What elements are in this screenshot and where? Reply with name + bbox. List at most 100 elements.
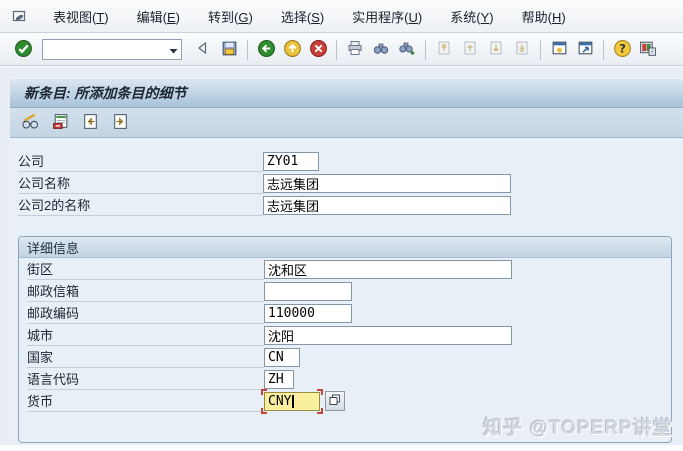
application-toolbar — [10, 108, 683, 138]
currency-input[interactable]: CNY — [264, 391, 320, 411]
currency-field-focus-wrapper: CNY — [261, 388, 323, 414]
help-button[interactable]: ? — [610, 38, 634, 62]
menu-item-help[interactable]: 帮助(H) — [517, 5, 571, 28]
floppy-disk-icon — [220, 39, 239, 61]
command-dropdown-button[interactable] — [165, 40, 181, 59]
country-input[interactable] — [264, 347, 300, 367]
command-input[interactable] — [43, 41, 165, 58]
find-next-button[interactable] — [395, 38, 419, 62]
display-change-toggle-button[interactable] — [18, 111, 42, 135]
menu-bar: 表视图(T) 编辑(E) 转到(G) 选择(S) 实用程序(U) 系统(Y) 帮… — [0, 0, 683, 33]
create-shortcut-button[interactable] — [573, 38, 597, 62]
menu-item-table-view[interactable]: 表视图(T) — [48, 5, 114, 28]
currency-matchcode-button[interactable] — [325, 391, 345, 411]
matchcode-squares-icon — [329, 394, 341, 409]
previous-page-icon — [461, 39, 479, 60]
groupbox-header: 详细信息 — [19, 237, 671, 258]
find-button[interactable] — [369, 38, 393, 62]
toolbar-separator — [336, 39, 337, 60]
menu-item-utilities[interactable]: 实用程序(U) — [347, 5, 427, 28]
binoculars-icon — [372, 39, 390, 60]
glasses-pencil-icon — [20, 112, 41, 134]
field-label: 公司2的名称 — [18, 194, 263, 216]
company-input[interactable] — [263, 151, 319, 171]
delete-row-button[interactable] — [48, 111, 72, 135]
field-label: 语言代码 — [27, 368, 264, 390]
street-input[interactable] — [264, 259, 512, 279]
field-row-language: 语言代码 — [19, 368, 671, 390]
company-name2-input[interactable] — [263, 195, 511, 215]
menu-item-selection[interactable]: 选择(S) — [276, 5, 329, 28]
shortcut-window-icon — [576, 39, 595, 61]
field-row-currency: 货币 CNY — [19, 388, 671, 414]
customize-layout-icon — [638, 39, 658, 61]
menu-item-goto[interactable]: 转到(G) — [203, 5, 258, 28]
focus-corner-marker — [261, 388, 267, 395]
help-icon: ? — [613, 39, 632, 61]
green-back-arrow-icon — [257, 39, 276, 61]
new-window-icon — [550, 39, 569, 61]
cancel-button[interactable] — [306, 38, 330, 62]
chevron-down-icon — [169, 42, 178, 57]
city-input[interactable] — [264, 325, 512, 345]
next-page-button[interactable] — [484, 38, 508, 62]
field-label: 城市 — [27, 324, 264, 346]
page-arrow-right-icon — [111, 112, 130, 134]
focus-corner-marker — [317, 388, 323, 395]
last-page-icon — [513, 39, 531, 60]
binoculars-plus-icon — [398, 39, 416, 60]
toolbar-separator — [540, 39, 541, 60]
field-row-company-name: 公司名称 — [10, 172, 683, 194]
field-row-city: 城市 — [19, 324, 671, 346]
field-label: 国家 — [27, 346, 264, 368]
field-row-company: 公司 — [10, 150, 683, 172]
customize-layout-button[interactable] — [636, 38, 660, 62]
new-session-button[interactable] — [547, 38, 571, 62]
first-page-button[interactable] — [432, 38, 456, 62]
language-input[interactable] — [264, 369, 294, 389]
field-row-company-name2: 公司2的名称 — [10, 194, 683, 216]
yellow-up-arrow-icon — [283, 39, 302, 61]
focus-corner-marker — [261, 407, 267, 414]
svg-text:?: ? — [619, 41, 626, 55]
toolbar-separator — [247, 39, 248, 60]
field-label: 公司名称 — [18, 172, 263, 194]
table-delete-row-icon — [51, 112, 70, 134]
bottom-strip — [0, 445, 683, 451]
print-button[interactable] — [343, 38, 367, 62]
currency-value: CNY — [268, 393, 292, 409]
menu-item-system[interactable]: 系统(Y) — [445, 5, 498, 28]
field-row-postal-code: 邮政编码 — [19, 302, 671, 324]
previous-page-button[interactable] — [458, 38, 482, 62]
last-page-button[interactable] — [510, 38, 534, 62]
po-box-input[interactable] — [264, 281, 352, 301]
menu-item-edit[interactable]: 编辑(E) — [132, 5, 185, 28]
printer-icon — [346, 39, 364, 60]
field-row-country: 国家 — [19, 346, 671, 368]
postal-code-input[interactable] — [264, 303, 352, 323]
field-label: 邮政编码 — [27, 302, 264, 324]
company-name-input[interactable] — [263, 173, 511, 193]
screen-title-bar: 新条目: 所添加条目的细节 — [10, 78, 683, 108]
back-button[interactable] — [254, 38, 278, 62]
groupbox-title: 详细信息 — [27, 240, 80, 256]
command-field[interactable] — [42, 39, 182, 60]
field-label: 货币 — [27, 390, 264, 412]
red-x-icon — [309, 39, 328, 61]
toolbar-separator — [425, 39, 426, 60]
field-label: 邮政信箱 — [27, 280, 264, 302]
next-entry-button[interactable] — [108, 111, 132, 135]
standard-toolbar: ? — [0, 34, 683, 66]
back-triangle-button[interactable] — [191, 38, 215, 62]
green-check-icon — [14, 39, 33, 61]
previous-entry-button[interactable] — [78, 111, 102, 135]
window-menu-icon[interactable] — [8, 5, 30, 27]
watermark-text: 知乎 @TOPERP讲堂 — [483, 418, 673, 439]
focus-corner-marker — [317, 407, 323, 414]
enter-button[interactable] — [11, 38, 35, 62]
next-page-icon — [487, 39, 505, 60]
text-cursor — [292, 394, 295, 408]
exit-button[interactable] — [280, 38, 304, 62]
left-triangle-icon — [194, 39, 212, 60]
save-button[interactable] — [217, 38, 241, 62]
